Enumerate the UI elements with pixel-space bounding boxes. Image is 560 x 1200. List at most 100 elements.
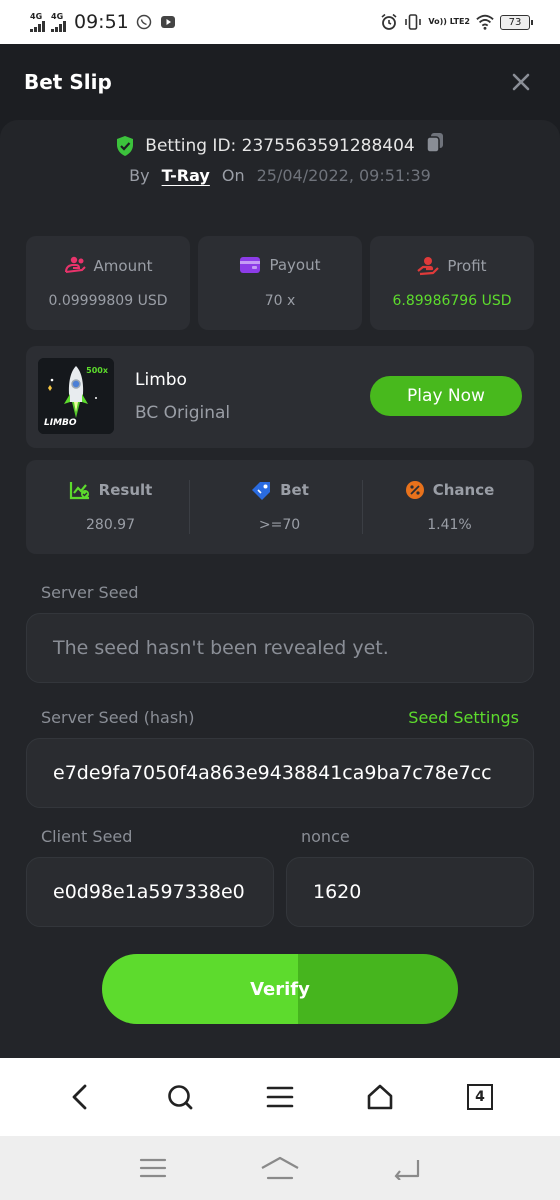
status-time: 09:51 bbox=[74, 11, 129, 33]
limbo-logo-text: LIMBO bbox=[44, 418, 77, 428]
nonce-label: nonce bbox=[301, 827, 350, 846]
signal-bars-icon bbox=[30, 20, 45, 32]
profit-value: 6.89986796 USD bbox=[392, 293, 512, 309]
on-label: On bbox=[221, 166, 245, 185]
betting-id-row: Betting ID: 2375563591288404 bbox=[0, 132, 560, 159]
client-seed-field[interactable]: e0d98e1a597338e0 bbox=[26, 857, 274, 927]
hamburger-menu-icon bbox=[266, 1086, 294, 1108]
wallet-icon bbox=[240, 257, 261, 273]
signal-1: 4G bbox=[30, 11, 45, 32]
network-type-1: 4G bbox=[30, 11, 43, 21]
game-subtitle: BC Original bbox=[135, 403, 231, 423]
game-card: 500x LIMBO Limbo BC Original Play Now bbox=[26, 346, 534, 448]
bet-value: >=70 bbox=[258, 517, 301, 533]
amount-card: Amount 0.09999809 USD bbox=[26, 236, 190, 330]
server-seed-hash-label: Server Seed (hash) bbox=[41, 708, 195, 727]
browser-toolbar: 4 bbox=[0, 1058, 560, 1136]
play-now-button[interactable]: Play Now bbox=[370, 376, 522, 416]
network-type-2: 4G bbox=[51, 11, 64, 21]
betting-id: Betting ID: 2375563591288404 bbox=[145, 135, 415, 156]
tab-count-icon: 4 bbox=[467, 1084, 493, 1110]
signal-bars-icon bbox=[51, 20, 66, 32]
server-seed-label: Server Seed bbox=[41, 583, 139, 602]
amount-header: Amount bbox=[26, 256, 190, 276]
chance-column: Chance 1.41% bbox=[365, 460, 534, 554]
browser-tabs-button[interactable]: 4 bbox=[460, 1077, 500, 1117]
chance-header: Chance bbox=[365, 480, 534, 500]
wifi-icon bbox=[476, 13, 494, 31]
close-icon bbox=[512, 73, 530, 91]
system-back-button[interactable] bbox=[387, 1148, 427, 1188]
profit-label: Profit bbox=[447, 257, 487, 275]
browser-home-button[interactable] bbox=[360, 1077, 400, 1117]
payout-card: Payout 70 x bbox=[198, 236, 362, 330]
thumb-multiplier-badge: 500x bbox=[86, 366, 108, 375]
bet-label: Bet bbox=[280, 481, 309, 499]
volte-indicator: Vo)) LTE2 bbox=[428, 17, 470, 26]
client-seed-label: Client Seed bbox=[41, 827, 133, 846]
shield-check-icon bbox=[117, 135, 134, 156]
percent-icon bbox=[405, 481, 424, 499]
seed-settings-link[interactable]: Seed Settings bbox=[408, 708, 519, 727]
divider bbox=[189, 480, 190, 534]
bet-slip-panel: Betting ID: 2375563591288404 By T-Ray On… bbox=[0, 120, 560, 1058]
browser-menu-button[interactable] bbox=[260, 1077, 300, 1117]
bet-column: Bet >=70 bbox=[195, 460, 364, 554]
bet-author-row: By T-Ray On 25/04/2022, 09:51:39 bbox=[0, 166, 560, 185]
payout-label: Payout bbox=[269, 256, 321, 274]
amount-value: 0.09999809 USD bbox=[48, 293, 168, 309]
bet-tag-icon bbox=[252, 482, 271, 500]
system-recents-button[interactable] bbox=[133, 1148, 173, 1188]
recents-icon bbox=[140, 1158, 167, 1178]
status-bar: 4G 4G 09:51 Vo)) LTE2 73 bbox=[0, 0, 560, 44]
status-left: 4G 4G 09:51 bbox=[30, 11, 177, 33]
close-button[interactable] bbox=[506, 67, 536, 97]
result-header: Result bbox=[26, 480, 195, 500]
page-title: Bet Slip bbox=[24, 70, 112, 94]
server-seed-hash-field[interactable]: e7de9fa7050f4a863e9438841ca9ba7c78e7cc bbox=[26, 738, 534, 808]
bet-header: Bet bbox=[195, 480, 364, 500]
home-outline-icon bbox=[261, 1156, 299, 1180]
user-link[interactable]: T-Ray bbox=[162, 166, 210, 185]
payout-header: Payout bbox=[198, 256, 362, 274]
chance-value: 1.41% bbox=[427, 517, 472, 533]
round-details-card: Result 280.97 Bet >=70 Chance 1.41% bbox=[26, 460, 534, 554]
chevron-left-icon bbox=[72, 1084, 87, 1110]
copy-icon bbox=[425, 133, 443, 153]
amount-label: Amount bbox=[93, 257, 153, 275]
by-label: By bbox=[129, 166, 150, 185]
whatsapp-icon bbox=[135, 13, 153, 31]
server-seed-field[interactable]: The seed hasn't been revealed yet. bbox=[26, 613, 534, 683]
bet-slip-header: Bet Slip bbox=[0, 44, 560, 120]
limbo-thumbnail: 500x LIMBO bbox=[38, 358, 114, 434]
youtube-icon bbox=[159, 13, 177, 31]
vibrate-icon bbox=[404, 13, 422, 31]
result-column: Result 280.97 bbox=[26, 460, 195, 554]
browser-back-button[interactable] bbox=[60, 1077, 100, 1117]
divider bbox=[362, 480, 363, 534]
payout-value: 70 x bbox=[264, 293, 296, 309]
system-nav-bar bbox=[0, 1136, 560, 1200]
alarm-icon bbox=[380, 13, 398, 31]
system-home-button[interactable] bbox=[260, 1148, 300, 1188]
game-name: Limbo bbox=[135, 370, 187, 390]
chart-check-icon bbox=[69, 482, 89, 500]
nonce-field[interactable]: 1620 bbox=[286, 857, 534, 927]
browser-search-button[interactable] bbox=[160, 1077, 200, 1117]
profit-header: Profit bbox=[370, 256, 534, 276]
signal-2: 4G bbox=[51, 11, 66, 32]
profit-hand-icon bbox=[417, 257, 440, 276]
back-arrow-icon bbox=[394, 1160, 419, 1180]
profit-card: Profit 6.89986796 USD bbox=[370, 236, 534, 330]
search-icon bbox=[168, 1085, 193, 1110]
copy-button[interactable] bbox=[425, 132, 445, 159]
result-value: 280.97 bbox=[86, 517, 135, 533]
bet-datetime: 25/04/2022, 09:51:39 bbox=[256, 166, 431, 185]
chance-label: Chance bbox=[432, 481, 495, 499]
verify-button[interactable]: Verify bbox=[102, 954, 458, 1024]
amount-icon bbox=[64, 256, 86, 273]
result-label: Result bbox=[98, 481, 153, 499]
status-right: Vo)) LTE2 73 bbox=[380, 13, 533, 31]
home-icon bbox=[367, 1084, 393, 1110]
battery-icon: 73 bbox=[500, 14, 533, 30]
